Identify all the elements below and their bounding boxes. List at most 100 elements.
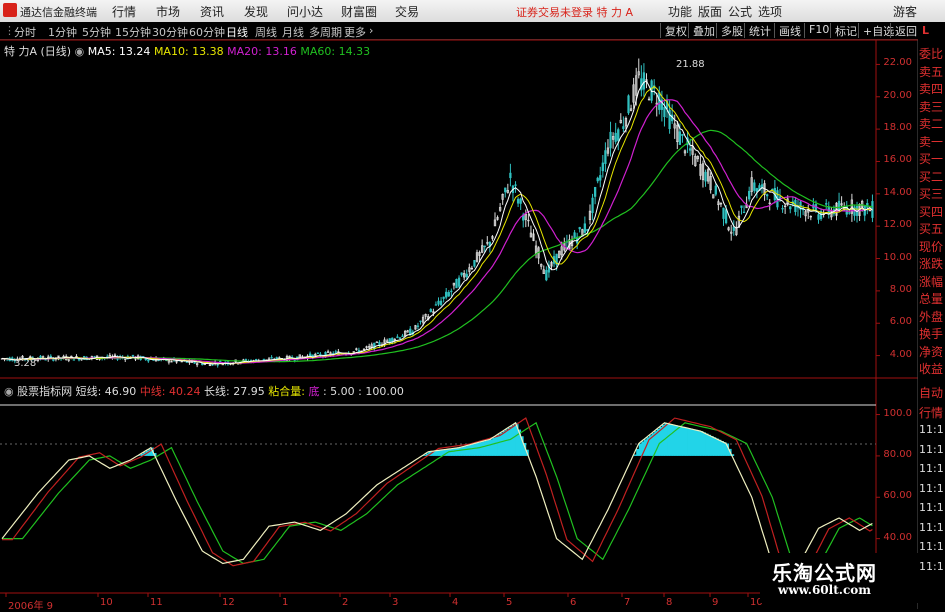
period-60min[interactable]: 60分钟 bbox=[189, 24, 225, 40]
side-panel-item[interactable]: 11:1 bbox=[919, 423, 944, 436]
side-panel-item[interactable]: 11:1 bbox=[919, 462, 944, 475]
side-panel-item[interactable]: 收益 bbox=[919, 360, 943, 377]
candle-body bbox=[355, 348, 358, 350]
side-panel-item[interactable]: 卖一 bbox=[919, 133, 943, 150]
side-panel-item[interactable]: 外盘 bbox=[919, 308, 943, 325]
period-weekly[interactable]: 周线 bbox=[255, 24, 277, 40]
side-panel-item[interactable]: 自动 bbox=[919, 384, 943, 401]
candle-body bbox=[550, 262, 553, 267]
y-tick-label: 6.00 bbox=[889, 316, 912, 328]
indicator-fill-bar bbox=[484, 440, 488, 456]
side-panel-item[interactable]: 买四 bbox=[919, 203, 943, 220]
indicator-fill-bar bbox=[728, 448, 732, 456]
side-panel-item[interactable]: 委比 bbox=[919, 45, 943, 62]
side-panel-item[interactable]: 11:1 bbox=[919, 482, 944, 495]
app-title: 通达信金融终端 bbox=[20, 6, 97, 19]
side-panel-item[interactable]: 总量 bbox=[919, 290, 943, 307]
legend-settings-icon[interactable]: ◉ bbox=[75, 45, 85, 58]
period-1min[interactable]: 1分钟 bbox=[48, 24, 77, 40]
period-15min[interactable]: 15分钟 bbox=[115, 24, 151, 40]
candle-body bbox=[778, 196, 782, 200]
candle-body bbox=[124, 357, 127, 360]
tool-stats[interactable]: 统计 bbox=[744, 23, 771, 38]
tool-fq[interactable]: 复权 bbox=[660, 23, 687, 38]
side-panel-item[interactable]: 换手 bbox=[919, 325, 943, 342]
candle-body bbox=[819, 211, 823, 220]
tool-mark[interactable]: 标记 bbox=[830, 23, 857, 38]
x-tick-label: 12 bbox=[222, 597, 235, 608]
more-chevron-icon[interactable]: › bbox=[369, 24, 373, 37]
menu-wealth[interactable]: 财富圈 bbox=[341, 3, 377, 20]
side-panel-item[interactable]: 买三 bbox=[919, 185, 943, 202]
period-30min[interactable]: 30分钟 bbox=[152, 24, 188, 40]
menu-formula[interactable]: 公式 bbox=[728, 3, 752, 20]
indicator-fill-bar bbox=[448, 449, 452, 456]
tool-draw[interactable]: 画线 bbox=[774, 23, 801, 38]
period-daily[interactable]: 日线 bbox=[226, 24, 248, 40]
menu-guest[interactable]: 游客 bbox=[893, 3, 917, 20]
side-panel-item[interactable]: 卖三 bbox=[919, 98, 943, 115]
candle-body bbox=[760, 184, 764, 188]
candle-body bbox=[316, 352, 319, 354]
candle-body bbox=[167, 359, 171, 363]
candle-body bbox=[11, 357, 14, 361]
tool-overlay[interactable]: 叠加 bbox=[688, 23, 715, 38]
tool-multi[interactable]: 多股 bbox=[716, 23, 743, 38]
tool-back[interactable]: 返回 bbox=[890, 23, 917, 38]
side-panel-item[interactable]: 现价 bbox=[919, 238, 943, 255]
side-panel-item[interactable]: 卖二 bbox=[919, 115, 943, 132]
indicator-fill-bar bbox=[451, 448, 455, 456]
period-intraday[interactable]: 分时 bbox=[14, 24, 36, 40]
menu-hq[interactable]: 行情 bbox=[112, 3, 136, 20]
y-tick-label: 14.00 bbox=[883, 186, 912, 198]
indicator-fill-bar bbox=[636, 449, 640, 456]
side-panel-item[interactable]: 净资 bbox=[919, 343, 943, 360]
indicator-fill-bar bbox=[674, 425, 678, 456]
ma20-label: MA20: 13.16 bbox=[227, 45, 297, 58]
candle-body bbox=[126, 356, 129, 360]
candle-body bbox=[555, 253, 558, 265]
menu-layout[interactable]: 版面 bbox=[698, 3, 722, 20]
candle-body bbox=[614, 132, 617, 142]
menu-trade[interactable]: 交易 bbox=[395, 3, 419, 20]
side-panel-item[interactable]: 11:1 bbox=[919, 501, 944, 514]
menu-options[interactable]: 选项 bbox=[758, 3, 782, 20]
candle-body bbox=[285, 355, 289, 362]
indicator-fill-bar bbox=[138, 455, 142, 456]
candle-body bbox=[244, 359, 248, 361]
side-panel-item[interactable]: 11:1 bbox=[919, 560, 944, 573]
candle-body bbox=[827, 206, 830, 215]
side-panel-item[interactable]: 11:1 bbox=[919, 521, 944, 534]
menu-function[interactable]: 功能 bbox=[668, 3, 692, 20]
candle-body bbox=[488, 241, 492, 247]
period-5min[interactable]: 5分钟 bbox=[82, 24, 111, 40]
menu-xiaoda[interactable]: 问小达 bbox=[287, 3, 323, 20]
menu-market[interactable]: 市场 bbox=[156, 3, 180, 20]
side-panel-item[interactable]: 卖四 bbox=[919, 80, 943, 97]
menu-discover[interactable]: 发现 bbox=[244, 3, 268, 20]
side-panel-item[interactable]: 买二 bbox=[919, 168, 943, 185]
menu-news[interactable]: 资讯 bbox=[200, 3, 224, 20]
tool-add-fav[interactable]: +自选 bbox=[858, 23, 894, 38]
candle-body bbox=[606, 147, 610, 154]
period-more[interactable]: 更多 bbox=[344, 24, 366, 40]
side-panel-item[interactable]: 买一 bbox=[919, 150, 943, 167]
period-multi[interactable]: 多周期 bbox=[309, 24, 342, 40]
candle-body bbox=[421, 316, 425, 323]
candle-body bbox=[732, 226, 735, 231]
side-panel-item[interactable]: 行情 bbox=[919, 404, 943, 421]
candle-body bbox=[786, 198, 789, 205]
side-panel-item[interactable]: 11:1 bbox=[919, 443, 944, 456]
candle-body bbox=[629, 108, 633, 111]
side-panel-item[interactable]: 卖五 bbox=[919, 63, 943, 80]
tool-f10[interactable]: F10 bbox=[804, 23, 829, 38]
indicator-fill-bar bbox=[705, 433, 709, 456]
side-panel-item[interactable]: 买五 bbox=[919, 220, 943, 237]
side-panel-item[interactable]: 涨跌 bbox=[919, 255, 943, 272]
side-panel-item[interactable]: 涨幅 bbox=[919, 273, 943, 290]
period-monthly[interactable]: 月线 bbox=[282, 24, 304, 40]
side-panel-item[interactable]: 11:1 bbox=[919, 540, 944, 553]
sub-settings-icon[interactable]: ◉ bbox=[4, 385, 14, 398]
candle-body bbox=[439, 300, 443, 305]
indicator-fill-bar bbox=[726, 443, 730, 456]
